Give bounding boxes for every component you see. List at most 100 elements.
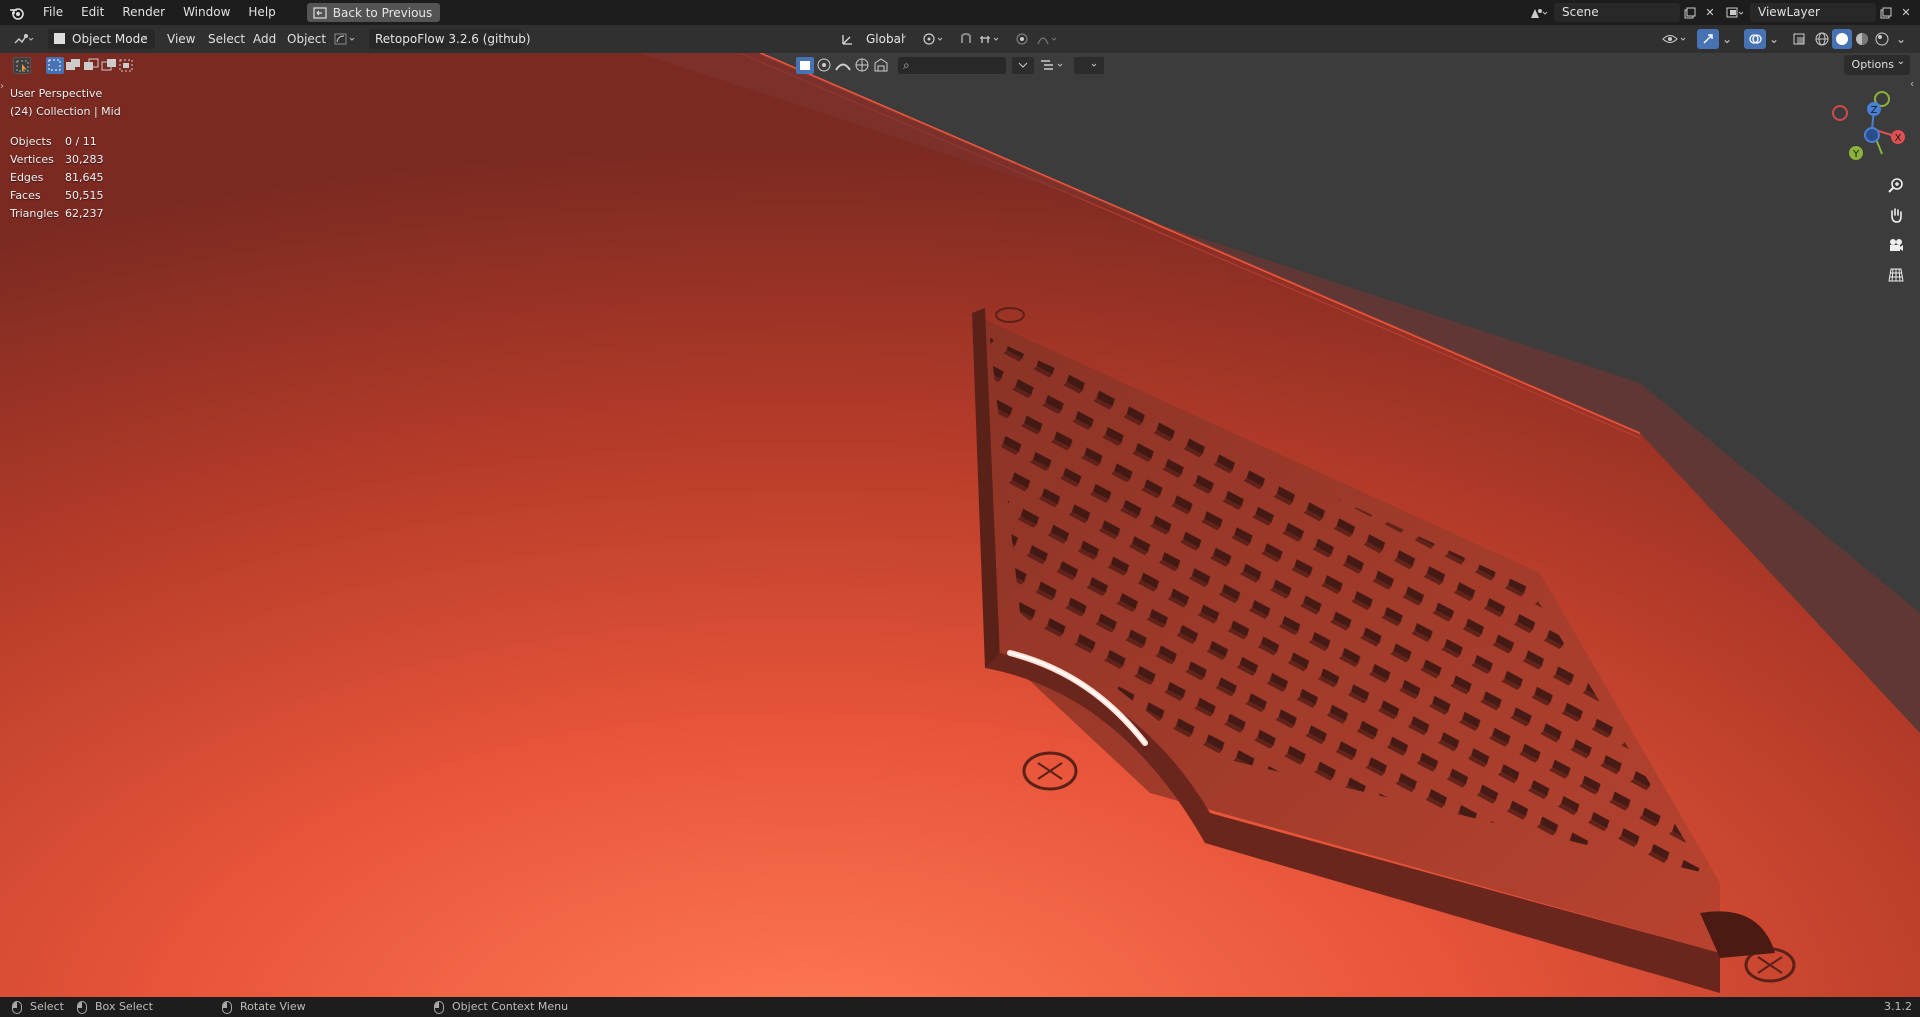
viewport-toolbar: ⌕ Options xyxy=(0,53,1920,79)
blender-logo-icon[interactable] xyxy=(0,0,34,25)
stat-label: Faces xyxy=(10,189,41,202)
status-bar: Select Box Select Rotate View Object Con… xyxy=(0,997,1920,1017)
stat-row-edges: Edges 81,645 xyxy=(10,169,104,187)
menu-view[interactable]: View xyxy=(167,29,195,49)
camera-view-icon[interactable] xyxy=(1884,233,1908,257)
retopo-polystrips-icon[interactable] xyxy=(834,57,852,74)
view-layer-icon[interactable] xyxy=(1722,3,1750,22)
scene-name-field[interactable]: Scene xyxy=(1554,3,1680,22)
zoom-view-icon[interactable] xyxy=(1884,173,1908,197)
pan-hand-icon[interactable] xyxy=(1884,203,1908,227)
select-extend-icon[interactable] xyxy=(64,57,82,74)
stat-label: Objects xyxy=(10,135,52,148)
stat-row-vertices: Vertices 30,283 xyxy=(10,151,104,169)
select-subtract-icon[interactable] xyxy=(82,57,100,74)
view-layer-selector: ViewLayer ✕ xyxy=(1722,3,1916,22)
stat-value: 0 / 11 xyxy=(65,135,97,148)
editor-type-icon[interactable] xyxy=(10,29,40,49)
gizmo-dropdown-icon[interactable]: ⌄ xyxy=(1718,29,1736,49)
snap-target-icon[interactable] xyxy=(976,29,1006,49)
perspective-toggle-icon[interactable] xyxy=(1884,263,1908,287)
stat-value: 62,237 xyxy=(65,207,104,220)
overlays-dropdown-icon[interactable]: ⌄ xyxy=(1765,29,1783,49)
menu-help[interactable]: Help xyxy=(239,0,284,25)
menu-render[interactable]: Render xyxy=(113,0,174,25)
select-invert-icon[interactable] xyxy=(100,57,118,74)
gizmo-neg-z-icon[interactable] xyxy=(1864,127,1880,143)
sort-dropdown-icon[interactable] xyxy=(1038,57,1068,74)
status-context-menu: Object Context Menu xyxy=(434,997,568,1017)
gizmo-z-label: Z xyxy=(1871,105,1878,116)
back-to-previous-button[interactable]: Back to Previous xyxy=(306,3,441,22)
back-icon xyxy=(313,6,327,19)
navigation-gizmo[interactable]: Z X Y xyxy=(1832,89,1912,169)
wireframe-shading-icon[interactable] xyxy=(1812,29,1832,49)
left-mouse-icon xyxy=(12,1000,22,1014)
delete-view-layer-close-icon[interactable]: ✕ xyxy=(1896,3,1916,22)
select-tool-icon[interactable] xyxy=(13,57,31,74)
viewport-scene[interactable] xyxy=(0,53,1920,997)
retopo-patches-icon[interactable] xyxy=(872,57,890,74)
scene-icon[interactable] xyxy=(1524,3,1554,22)
new-view-layer-icon[interactable] xyxy=(1876,3,1896,22)
transform-orientation-icon[interactable] xyxy=(836,29,860,49)
object-mode-icon xyxy=(54,33,65,44)
status-rotate-view-label: Rotate View xyxy=(240,1000,306,1013)
stat-row-objects: Objects 0 / 11 xyxy=(10,133,104,151)
menu-add[interactable]: Add xyxy=(253,29,276,49)
new-scene-icon[interactable] xyxy=(1680,3,1700,22)
gizmo-toggle-icon[interactable] xyxy=(1697,29,1719,49)
extra-dropdown-icon[interactable] xyxy=(1074,57,1104,74)
middle-mouse-icon xyxy=(222,1000,232,1014)
stat-value: 81,645 xyxy=(65,171,104,184)
left-mouse-drag-icon xyxy=(77,1000,87,1014)
solid-shading-icon[interactable] xyxy=(1832,29,1852,49)
view-layer-field[interactable]: ViewLayer xyxy=(1750,3,1876,22)
stat-label: Vertices xyxy=(10,153,54,166)
shading-dropdown-icon[interactable]: ⌄ xyxy=(1892,29,1910,49)
rendered-shading-icon[interactable] xyxy=(1872,29,1892,49)
menu-select[interactable]: Select xyxy=(208,29,245,49)
select-intersect-icon[interactable] xyxy=(118,57,136,74)
filter-dropdown-icon[interactable] xyxy=(1012,57,1034,74)
viewport-search-input[interactable]: ⌕ xyxy=(898,57,1006,74)
gizmo-neg-x-icon[interactable] xyxy=(1832,105,1848,121)
back-to-previous-label: Back to Previous xyxy=(332,5,433,20)
select-new-icon[interactable] xyxy=(46,57,64,74)
scene-selector: Scene ✕ xyxy=(1524,3,1720,22)
menu-edit[interactable]: Edit xyxy=(72,0,113,25)
retopoflow-dropdown[interactable]: RetopoFlow 3.2.6 (github) xyxy=(369,26,531,49)
mode-label: Object Mode xyxy=(72,32,148,46)
menu-window[interactable]: Window xyxy=(174,0,239,25)
orientation-dropdown[interactable]: Global xyxy=(860,26,914,49)
stat-row-triangles: Triangles 62,237 xyxy=(10,205,104,223)
sidebar-toggle-icon[interactable]: ‹ xyxy=(1910,79,1920,93)
pivot-point-icon[interactable] xyxy=(920,29,950,49)
snap-toggle-icon[interactable] xyxy=(956,29,976,49)
mask-dropdown-icon[interactable] xyxy=(332,29,360,49)
retopo-contours-icon[interactable] xyxy=(815,57,833,74)
top-menu-bar: File Edit Render Window Help Back to Pre… xyxy=(0,0,1920,25)
viewport-header: Object Mode View Select Add Object Retop… xyxy=(0,25,1920,53)
gizmo-y-label: Y xyxy=(1852,149,1860,160)
mode-dropdown[interactable]: Object Mode xyxy=(48,26,155,49)
material-preview-icon[interactable] xyxy=(1852,29,1872,49)
status-box-select-label: Box Select xyxy=(95,1000,153,1013)
visibility-icon[interactable] xyxy=(1660,29,1692,49)
retopo-mode-icon[interactable] xyxy=(796,57,814,74)
menu-object[interactable]: Object xyxy=(287,29,326,49)
delete-scene-close-icon[interactable]: ✕ xyxy=(1700,3,1720,22)
version-label: 3.1.2 xyxy=(1884,1000,1912,1013)
right-mouse-icon xyxy=(434,1000,444,1014)
proportional-edit-icon[interactable] xyxy=(1012,29,1032,49)
stat-row-faces: Faces 50,515 xyxy=(10,187,104,205)
3d-viewport[interactable]: ⌕ Options User Perspective (24) Collecti… xyxy=(0,53,1920,997)
menu-file[interactable]: File xyxy=(34,0,72,25)
overlays-toggle-icon[interactable] xyxy=(1744,29,1766,49)
toolbar-toggle-icon[interactable]: › xyxy=(0,81,8,95)
falloff-icon[interactable] xyxy=(1034,29,1064,49)
search-icon: ⌕ xyxy=(903,58,910,72)
options-dropdown[interactable]: Options xyxy=(1843,53,1910,75)
xray-toggle-icon[interactable] xyxy=(1788,29,1810,49)
retopo-polypen-icon[interactable] xyxy=(853,57,871,74)
